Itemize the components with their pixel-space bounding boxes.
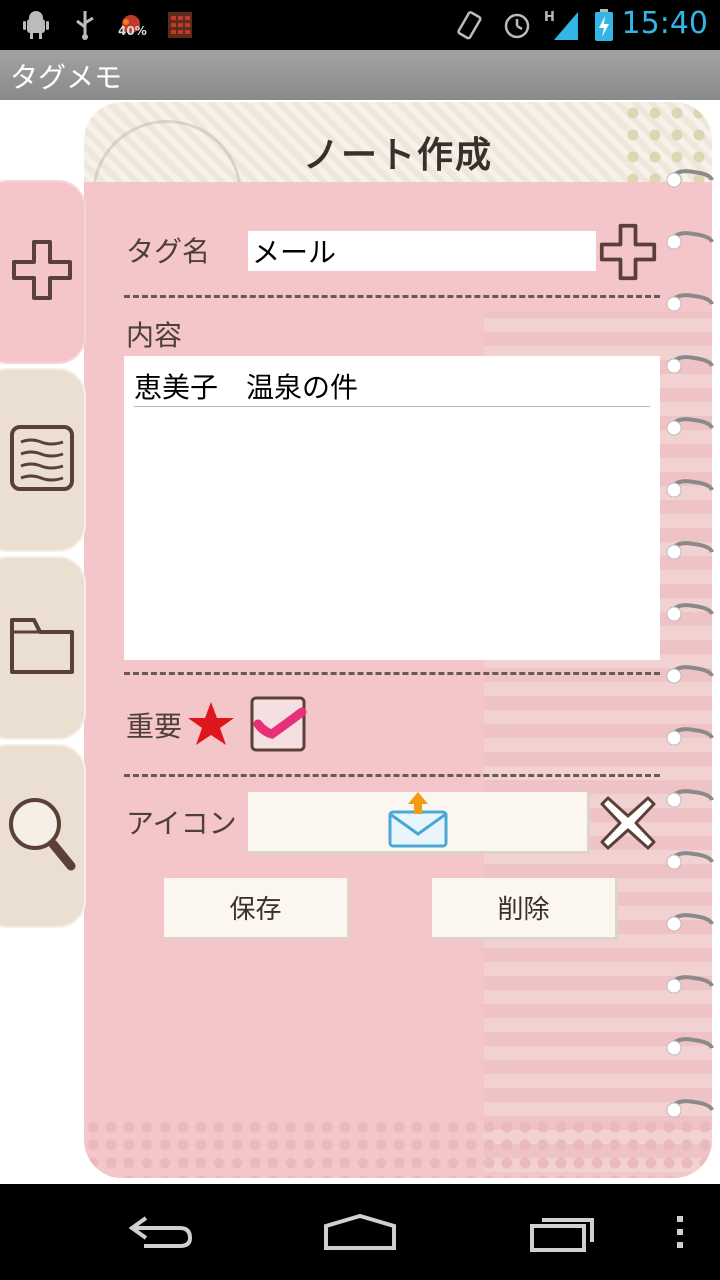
battery-charging-icon xyxy=(592,8,616,42)
ring-icon xyxy=(664,474,716,500)
vibrate-icon xyxy=(452,8,486,42)
tab-add-note[interactable] xyxy=(0,180,86,364)
icon-label: アイコン xyxy=(126,807,237,840)
clock: 15:40 xyxy=(621,6,708,41)
tab-search[interactable] xyxy=(0,744,86,928)
ring-icon xyxy=(664,164,716,190)
divider xyxy=(124,295,660,298)
android-debug-icon xyxy=(18,8,54,42)
save-button[interactable]: 保存 xyxy=(164,878,350,940)
tab-note-list[interactable] xyxy=(0,368,86,552)
ring-icon xyxy=(664,350,716,376)
navigation-bar xyxy=(0,1184,720,1280)
home-icon[interactable] xyxy=(318,1204,402,1260)
content-text: 恵美子 温泉の件 xyxy=(134,366,650,407)
tag-name-label: タグ名 xyxy=(126,235,211,268)
icon-select-button[interactable] xyxy=(248,790,590,854)
usb-icon xyxy=(72,8,98,42)
divider xyxy=(124,774,660,777)
envelope-upload-icon xyxy=(386,790,450,854)
ring-icon xyxy=(664,1032,716,1058)
important-label: 重要 xyxy=(126,710,183,743)
tab-folder[interactable] xyxy=(0,556,86,740)
alarm-icon xyxy=(500,8,534,42)
calculator-icon xyxy=(166,8,194,42)
back-icon[interactable] xyxy=(120,1204,200,1260)
recent-apps-icon[interactable] xyxy=(522,1204,602,1260)
status-bar: 40% H 15:40 xyxy=(0,0,720,50)
network-type-text: H xyxy=(544,10,555,25)
notepad-icon xyxy=(9,424,75,496)
content-textarea[interactable]: 恵美子 温泉の件 xyxy=(124,356,660,660)
ring-icon xyxy=(664,722,716,748)
magnifier-icon xyxy=(7,794,77,878)
plus-icon xyxy=(10,238,74,306)
action-bar: タグメモ xyxy=(0,50,720,100)
clear-icon-button[interactable] xyxy=(598,794,658,856)
spiral-binding xyxy=(664,169,720,1184)
plus-icon xyxy=(599,223,657,281)
add-tag-button[interactable] xyxy=(598,222,658,286)
main-content: ノート作成 タグ名 メール 内容 恵美子 温泉の件 重要 アイコン 保存 削除 xyxy=(0,100,720,1184)
ring-icon xyxy=(664,660,716,686)
battery-widget-text: 40% xyxy=(118,24,147,38)
delete-button[interactable]: 削除 xyxy=(432,878,618,940)
ring-icon xyxy=(664,784,716,810)
close-icon xyxy=(600,796,656,850)
content-label: 内容 xyxy=(126,319,183,352)
tag-name-input[interactable] xyxy=(248,231,596,271)
ring-icon xyxy=(664,288,716,314)
ring-icon xyxy=(664,598,716,624)
ring-icon xyxy=(664,412,716,438)
dots-footer-decoration xyxy=(84,1118,712,1178)
ring-icon xyxy=(664,1094,716,1120)
menu-icon[interactable] xyxy=(668,1204,692,1260)
page-title: ノート作成 xyxy=(302,134,493,176)
divider xyxy=(124,672,660,675)
ring-icon xyxy=(664,970,716,996)
important-checkbox[interactable] xyxy=(248,694,308,758)
signal-icon: H xyxy=(544,8,580,42)
ring-icon xyxy=(664,846,716,872)
ring-icon xyxy=(664,226,716,252)
ring-icon xyxy=(664,908,716,934)
folder-icon xyxy=(8,616,76,680)
ring-icon xyxy=(664,536,716,562)
star-icon xyxy=(186,700,236,752)
app-title: タグメモ xyxy=(10,61,123,94)
